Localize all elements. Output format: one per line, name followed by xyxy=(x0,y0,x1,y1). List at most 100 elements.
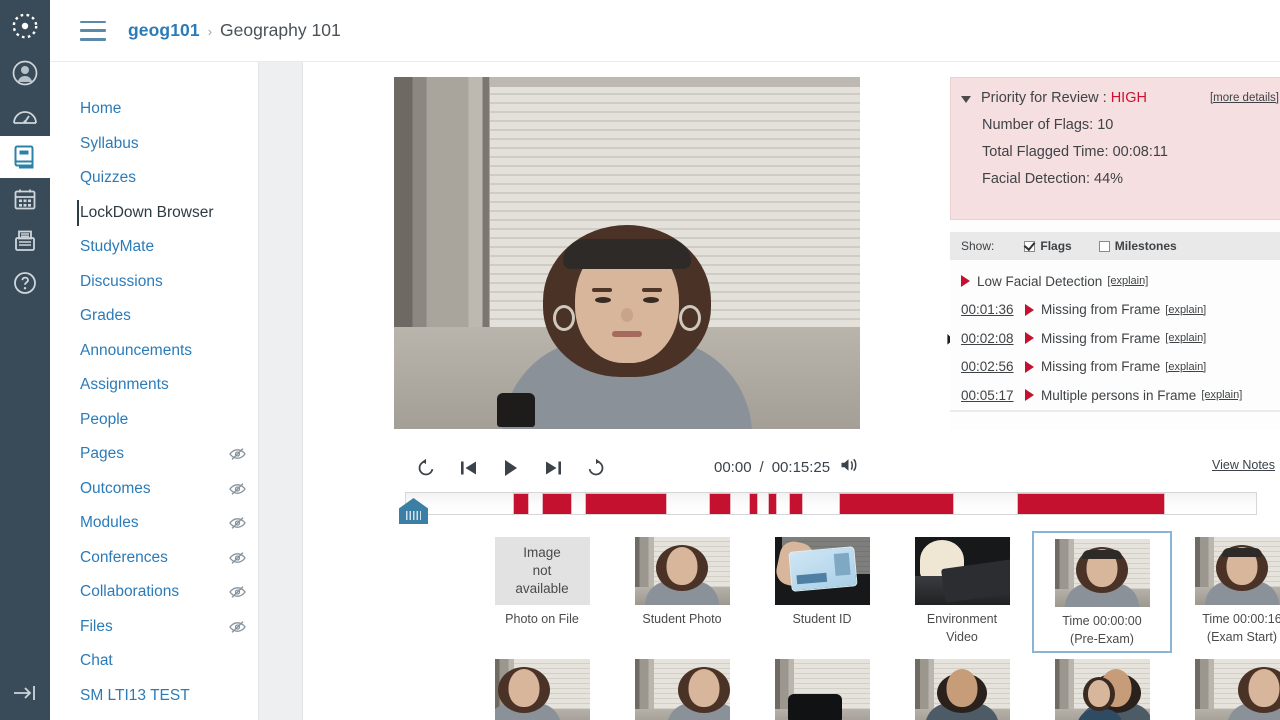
thumbnail-item[interactable] xyxy=(892,653,1032,720)
flag-timestamp-link[interactable]: 00:02:08 xyxy=(961,331,1019,346)
timeline-flag-segment[interactable] xyxy=(838,493,955,514)
forward-button[interactable] xyxy=(586,458,606,478)
timeline-flag-segment[interactable] xyxy=(513,493,530,514)
show-milestones-checkbox[interactable]: Milestones xyxy=(1098,239,1177,253)
thumbnail-item[interactable]: Student ID xyxy=(752,531,892,653)
global-nav-inbox[interactable] xyxy=(0,220,50,262)
flag-row[interactable]: 00:02:56 Missing from Frame [explain] xyxy=(950,353,1280,382)
sidebar-item-sm-lti13-test[interactable]: SM LTI13 TEST xyxy=(50,679,258,714)
sidebar-item-studymate[interactable]: StudyMate xyxy=(50,230,258,265)
thumbnail-image xyxy=(634,537,730,605)
sidebar-item-outcomes[interactable]: Outcomes xyxy=(50,472,258,507)
flag-row[interactable]: 00:05:54Multiple persons in Frame[explai… xyxy=(950,409,1280,412)
global-nav-collapse-button[interactable] xyxy=(0,672,50,714)
sidebar-item-people[interactable]: People xyxy=(50,403,258,438)
next-flag-button[interactable] xyxy=(543,459,563,477)
sidebar-item-chat[interactable]: Chat xyxy=(50,644,258,679)
global-nav-help[interactable] xyxy=(0,262,50,304)
flag-timestamp-link[interactable]: 00:05:17 xyxy=(961,388,1019,403)
timeline-flag-segment[interactable] xyxy=(789,493,803,514)
flag-row[interactable]: 00:05:17 Multiple persons in Frame [explai… xyxy=(950,381,1280,410)
flag-timestamp-link[interactable]: 00:02:56 xyxy=(961,359,1019,374)
previous-flag-button[interactable] xyxy=(459,459,479,477)
timeline-flag-segment[interactable] xyxy=(768,493,778,514)
thumbnail-image xyxy=(494,658,590,720)
sidebar-item-assignments[interactable]: Assignments xyxy=(50,368,258,403)
thumbnail-item[interactable]: Student Photo xyxy=(612,531,752,653)
thumbnail-item[interactable]: Image not available Photo on File xyxy=(472,531,612,653)
sidebar-item-lockdown-browser[interactable]: LockDown Browser xyxy=(50,196,258,231)
sidebar-item-conferences[interactable]: Conferences xyxy=(50,541,258,576)
timeline-flag-segment[interactable] xyxy=(542,493,572,514)
sidebar-item-home[interactable]: Home xyxy=(50,92,258,127)
show-milestones-label: Milestones xyxy=(1114,239,1177,253)
sidebar-item-label: Conferences xyxy=(80,548,168,566)
sidebar-item-quizzes[interactable]: Quizzes xyxy=(50,161,258,196)
global-nav-courses[interactable] xyxy=(0,136,50,178)
flag-marker-icon xyxy=(1025,360,1034,373)
hamburger-menu-icon[interactable] xyxy=(80,20,106,41)
show-flags-checkbox[interactable]: Flags xyxy=(1024,239,1072,253)
timeline-playhead[interactable] xyxy=(399,498,428,524)
flag-row[interactable]: 00:01:36 Missing from Frame [explain] xyxy=(950,296,1280,325)
breadcrumb-course-link[interactable]: geog101 xyxy=(128,20,200,41)
thumbnail-item[interactable] xyxy=(472,653,612,720)
timeline-track[interactable] xyxy=(405,492,1257,515)
timeline-flag-segment[interactable] xyxy=(585,493,667,514)
timeline-flag-segment[interactable] xyxy=(748,493,758,514)
global-nav-calendar[interactable] xyxy=(0,178,50,220)
flag-row[interactable]: Low Facial Detection [explain] xyxy=(950,267,1280,296)
sidebar-item-discussions[interactable]: Discussions xyxy=(50,265,258,300)
flag-explain-link[interactable]: [explain] xyxy=(1201,389,1242,401)
sidebar-item-collaborations[interactable]: Collaborations xyxy=(50,575,258,610)
timeline-scrubber[interactable] xyxy=(394,489,1280,524)
volume-icon[interactable] xyxy=(840,457,857,477)
sidebar-item-syllabus[interactable]: Syllabus xyxy=(50,127,258,162)
thumb-scene xyxy=(1194,658,1280,720)
play-button[interactable] xyxy=(502,458,520,478)
sidebar-item-modules[interactable]: Modules xyxy=(50,506,258,541)
thumbnail-item[interactable]: Time 00:00:16 (Exam Start) xyxy=(1172,531,1280,653)
thumbnail-item[interactable]: Time 00:00:00 (Pre-Exam) xyxy=(1032,531,1172,653)
thumbnail-item[interactable]: Environment Video xyxy=(892,531,1032,653)
subject-eye xyxy=(643,297,659,303)
thumb-scene xyxy=(914,537,1010,605)
thumbnail-image xyxy=(774,658,870,720)
video-subject xyxy=(502,220,752,429)
thumbnail-strip: Image not available Photo on File Student Ph… xyxy=(472,531,1280,720)
canvas-logo-icon[interactable] xyxy=(0,0,50,52)
global-nav-dashboard[interactable] xyxy=(0,94,50,136)
thumbnail-item[interactable] xyxy=(1032,653,1172,720)
flag-row[interactable]: 00:02:08 Missing from Frame [explain] xyxy=(950,324,1280,353)
thumbnail-item[interactable] xyxy=(612,653,752,720)
view-notes-button[interactable]: View Notes xyxy=(1212,457,1280,473)
checkbox-checked-icon xyxy=(1024,240,1036,252)
time-display: 00:00 / 00:15:25 xyxy=(714,457,857,477)
timeline-flag-segment[interactable] xyxy=(1017,493,1166,514)
thumbnail-item[interactable] xyxy=(752,653,892,720)
flag-explain-link[interactable]: [explain] xyxy=(1165,304,1206,316)
rewind-button[interactable] xyxy=(416,458,436,478)
hamburger-line xyxy=(80,20,106,23)
flag-explain-link[interactable]: [explain] xyxy=(1107,275,1148,287)
thumbnail-caption: Time 00:00:00 (Pre-Exam) xyxy=(1062,614,1142,646)
sidebar-item-files[interactable]: Files xyxy=(50,610,258,645)
global-nav-account[interactable] xyxy=(0,52,50,94)
sidebar-item-label: Quizzes xyxy=(80,169,136,187)
thumbnail-item[interactable] xyxy=(1172,653,1280,720)
flag-explain-link[interactable]: [explain] xyxy=(1165,361,1206,373)
sidebar-item-pages[interactable]: Pages xyxy=(50,437,258,472)
sidebar-item-grades[interactable]: Grades xyxy=(50,299,258,334)
calendar-icon xyxy=(13,187,37,211)
timeline-flag-segment[interactable] xyxy=(708,493,731,514)
dashboard-gauge-icon xyxy=(12,104,38,126)
flag-marker-icon xyxy=(1025,389,1034,402)
caret-down-icon[interactable] xyxy=(961,95,971,103)
webcam-video-player[interactable] xyxy=(394,77,860,429)
flag-explain-link[interactable]: [explain] xyxy=(1165,332,1206,344)
more-details-link[interactable]: [more details] xyxy=(1210,92,1279,104)
sidebar-item-announcements[interactable]: Announcements xyxy=(50,334,258,369)
thumb-scene xyxy=(494,658,590,720)
flag-timestamp-link[interactable]: 00:01:36 xyxy=(961,302,1019,317)
flag-list[interactable]: Low Facial Detection [explain] 00:01:36 Mis… xyxy=(950,267,1280,412)
